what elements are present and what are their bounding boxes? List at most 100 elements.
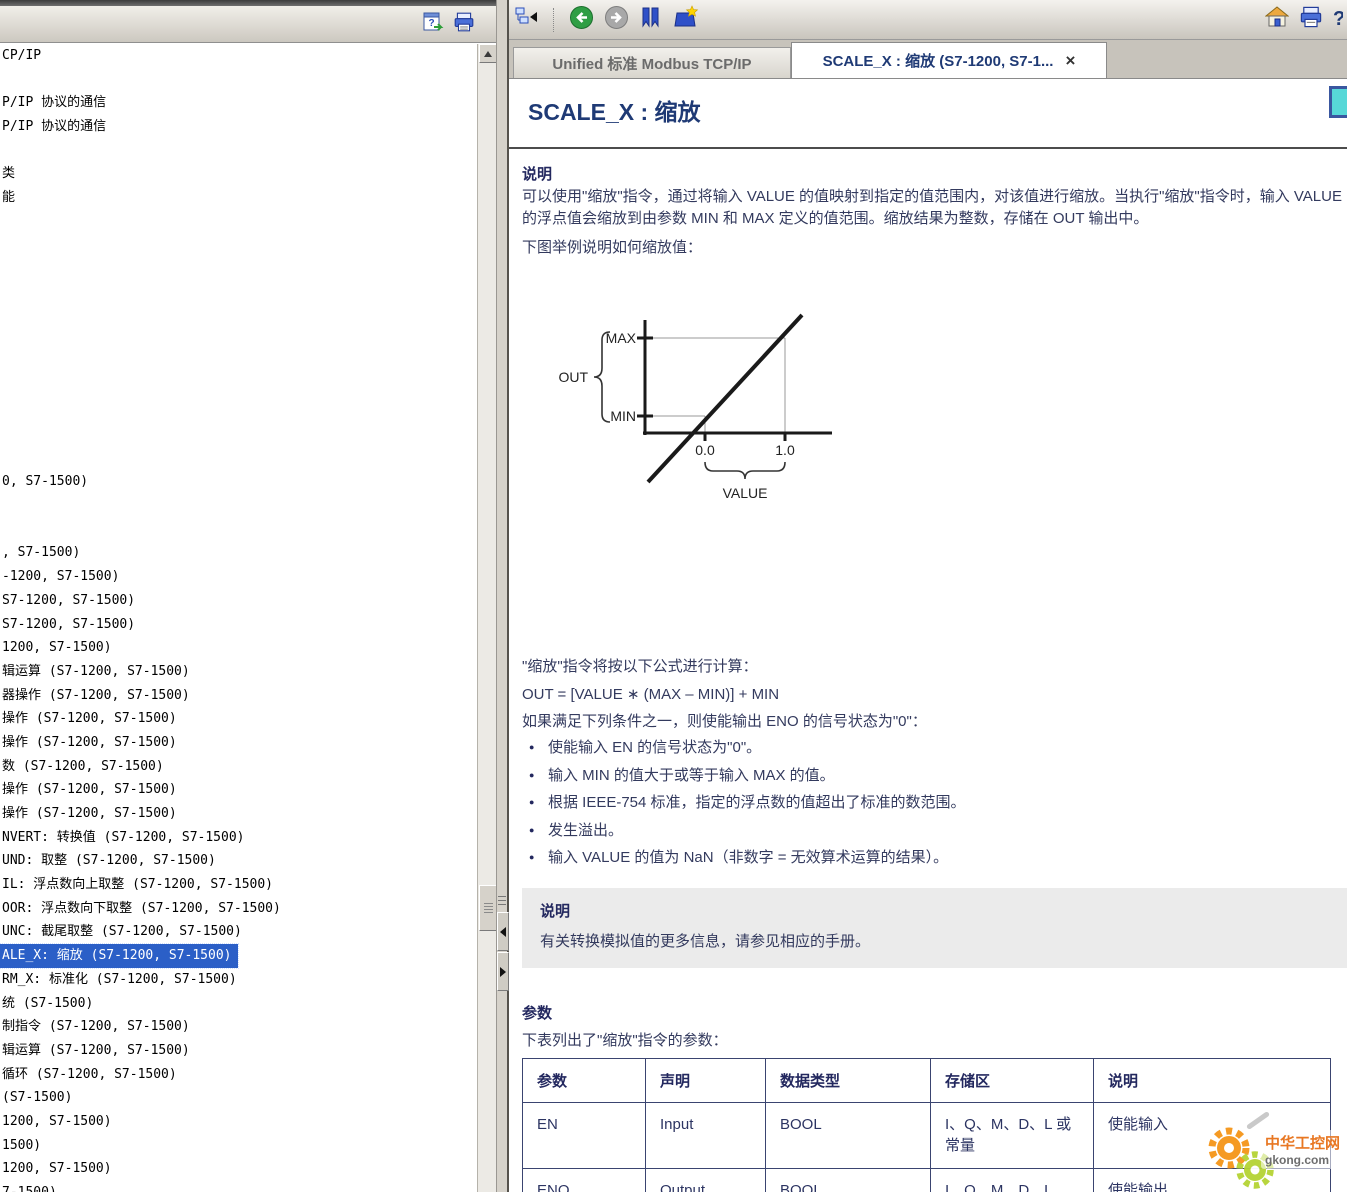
clipped-corner-icon[interactable] <box>1329 86 1347 118</box>
conditions-list: 使能输入 EN 的信号状态为"0"。输入 MIN 的值大于或等于输入 MAX 的… <box>522 734 1342 872</box>
panel-splitter[interactable] <box>496 0 509 1192</box>
splitter-grip-icon[interactable] <box>498 896 506 908</box>
x0-label: 0.0 <box>695 442 715 458</box>
new-tab-icon[interactable] <box>673 5 699 34</box>
tree-item[interactable]: 操作 (S7-1200, S7-1500) <box>0 731 177 755</box>
description-paragraph: 可以使用"缩放"指令，通过将输入 VALUE 的值映射到指定的值范围内，对该值进… <box>522 186 1347 230</box>
tree-scrollbar[interactable] <box>477 44 496 1192</box>
tree-item[interactable]: S7-1200, S7-1500) <box>0 589 135 613</box>
tab-scale-x[interactable]: SCALE_X : 缩放 (S7-1200, S7-1... × <box>791 42 1107 78</box>
tree-item[interactable] <box>0 210 2 234</box>
tree-item[interactable] <box>0 376 2 400</box>
tree-item[interactable]: NVERT: 转换值 (S7-1200, S7-1500) <box>0 826 245 850</box>
tree-item[interactable] <box>0 328 2 352</box>
param-table-cell: I、Q、M、D、L <box>931 1169 1094 1192</box>
description-heading: 说明 <box>522 163 552 184</box>
note-heading: 说明 <box>540 900 1329 921</box>
tree-item[interactable] <box>0 518 2 542</box>
collapse-right-button[interactable] <box>497 952 509 991</box>
tree-item[interactable]: P/IP 协议的通信 <box>0 91 106 115</box>
help-icon[interactable]: ? <box>1333 8 1343 31</box>
tree-item[interactable]: 操作 (S7-1200, S7-1500) <box>0 778 177 802</box>
tree-item[interactable]: ALE_X: 缩放 (S7-1200, S7-1500) <box>0 944 238 968</box>
tree-item[interactable]: 1200, S7-1500) <box>0 636 112 660</box>
tree-item[interactable]: RM_X: 标准化 (S7-1200, S7-1500) <box>0 968 237 992</box>
tree-item[interactable]: CP/IP <box>0 44 41 68</box>
tree-item[interactable]: P/IP 协议的通信 <box>0 115 106 139</box>
left-panel-toolbar: ? <box>0 6 497 43</box>
conditions-intro: 如果满足下列条件之一，则使能输出 ENO 的信号状态为"0"： <box>522 711 927 733</box>
tree-item[interactable]: UND: 取整 (S7-1200, S7-1500) <box>0 849 216 873</box>
tree-item[interactable]: 1500) <box>0 1134 41 1158</box>
tree-item[interactable] <box>0 423 2 447</box>
tree-item[interactable]: 操作 (S7-1200, S7-1500) <box>0 707 177 731</box>
tab-bar: Unified 标准 Modbus TCP/IP SCALE_X : 缩放 (S… <box>509 40 1347 79</box>
tree-item[interactable] <box>0 281 2 305</box>
tree-item[interactable]: 数 (S7-1200, S7-1500) <box>0 755 164 779</box>
toolbar-separator <box>553 8 555 32</box>
back-icon[interactable] <box>569 5 594 35</box>
formula: OUT = [VALUE ∗ (MAX – MIN)] + MIN <box>522 684 779 706</box>
tree-item[interactable]: 辑运算 (S7-1200, S7-1500) <box>0 1039 190 1063</box>
page-title: SCALE_X : 缩放 <box>528 93 701 127</box>
tree-item[interactable]: 辑运算 (S7-1200, S7-1500) <box>0 660 190 684</box>
watermark-site-name: 中华工控网 <box>1265 1132 1340 1153</box>
gkong-watermark: 中华工控网 gkong.com <box>1203 1116 1347 1191</box>
toggle-tree-icon[interactable] <box>513 5 539 34</box>
tree-item[interactable] <box>0 234 2 258</box>
param-table-cell: BOOL <box>766 1103 931 1169</box>
param-table-header: 数据类型 <box>766 1059 931 1103</box>
tree-item[interactable]: 循环 (S7-1200, S7-1500) <box>0 1063 177 1087</box>
content-panel: ? Unified 标准 Modbus TCP/IP SCALE_X : 缩放 … <box>509 0 1347 1192</box>
tree-item[interactable]: UNC: 截尾取整 (S7-1200, S7-1500) <box>0 920 242 944</box>
tree-item[interactable] <box>0 352 2 376</box>
tree-item[interactable]: 操作 (S7-1200, S7-1500) <box>0 802 177 826</box>
tree-item[interactable]: 类 <box>0 162 15 186</box>
tree-item[interactable]: S7-1200, S7-1500) <box>0 613 135 637</box>
param-table-cell: BOOL <box>766 1169 931 1192</box>
home-icon[interactable] <box>1265 5 1289 34</box>
tree-item[interactable]: IL: 浮点数向上取整 (S7-1200, S7-1500) <box>0 873 273 897</box>
note-box: 说明 有关转换模拟值的更多信息，请参见相应的手册。 <box>522 888 1347 968</box>
condition-item: 输入 MIN 的值大于或等于输入 MAX 的值。 <box>522 762 1342 790</box>
tree-item[interactable] <box>0 305 2 329</box>
tree-item[interactable]: 7-1500) <box>0 1181 57 1192</box>
help-topic-jump-icon[interactable]: ? <box>422 11 444 38</box>
tree-item[interactable]: , S7-1500) <box>0 541 80 565</box>
tree-item[interactable]: 器操作 (S7-1200, S7-1500) <box>0 684 190 708</box>
print-icon[interactable] <box>453 11 475 38</box>
watermark-site-url: gkong.com <box>1265 1153 1340 1167</box>
tree-item[interactable] <box>0 447 2 471</box>
tab-label: Unified 标准 Modbus TCP/IP <box>552 53 751 74</box>
scroll-up-button[interactable] <box>479 44 497 63</box>
collapse-left-button[interactable] <box>497 912 509 951</box>
figure-caption: 下图举例说明如何缩放值： <box>522 237 702 259</box>
condition-item: 使能输入 EN 的信号状态为"0"。 <box>522 734 1342 762</box>
tree-item[interactable]: 统 (S7-1500) <box>0 992 93 1016</box>
tree-item[interactable]: 制指令 (S7-1200, S7-1500) <box>0 1015 190 1039</box>
tree-item[interactable]: -1200, S7-1500) <box>0 565 119 589</box>
tab-unified-modbus[interactable]: Unified 标准 Modbus TCP/IP <box>513 47 791 78</box>
tree-item[interactable]: 1200, S7-1500) <box>0 1110 112 1134</box>
close-tab-icon[interactable]: × <box>1065 51 1075 71</box>
svg-text:?: ? <box>428 18 434 29</box>
tree-item[interactable] <box>0 494 2 518</box>
tree-item[interactable]: (S7-1500) <box>0 1086 72 1110</box>
tree-item[interactable] <box>0 257 2 281</box>
tree-item[interactable]: OOR: 浮点数向下取整 (S7-1200, S7-1500) <box>0 897 281 921</box>
tree-item[interactable]: 0, S7-1500) <box>0 470 88 494</box>
scrollbar-thumb[interactable] <box>479 885 497 931</box>
param-table-cell: I、Q、M、D、L 或常量 <box>931 1103 1094 1169</box>
gear-orange-icon <box>1212 1131 1246 1165</box>
forward-icon[interactable] <box>604 5 629 35</box>
param-table-cell: Input <box>646 1103 766 1169</box>
tree-item[interactable] <box>0 139 2 163</box>
tree-item[interactable]: 1200, S7-1500) <box>0 1157 112 1181</box>
out-label: OUT <box>558 369 588 385</box>
bookmarks-icon[interactable] <box>639 5 663 34</box>
tree-item[interactable]: 能 <box>0 186 15 210</box>
tree-item[interactable] <box>0 399 2 423</box>
print-icon[interactable] <box>1299 5 1323 34</box>
tree-item[interactable] <box>0 68 2 92</box>
main-toolbar: ? <box>509 0 1347 40</box>
